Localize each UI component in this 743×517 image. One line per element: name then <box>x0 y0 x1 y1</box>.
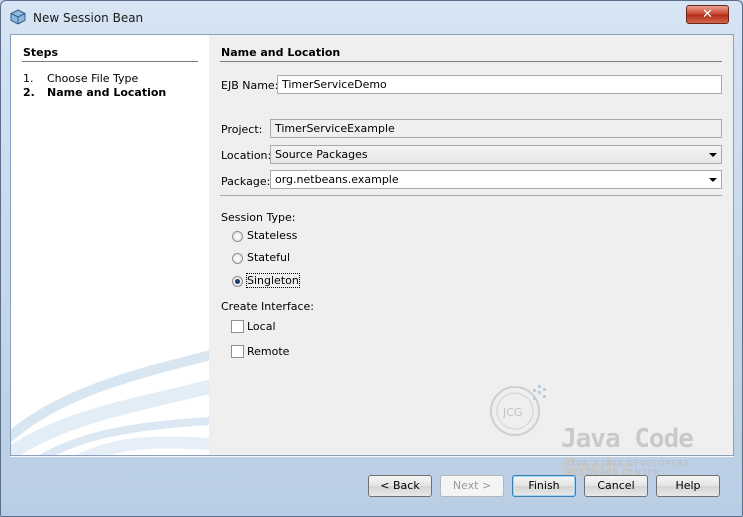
steps-title: Steps <box>23 46 59 59</box>
session-type-label: Session Type: <box>221 211 296 224</box>
help-button[interactable]: Help <box>656 475 720 497</box>
step-number: 2. <box>23 86 35 99</box>
stateful-radio-label[interactable]: Stateful <box>247 251 290 264</box>
step-label: Choose File Type <box>47 72 139 85</box>
stateless-radio[interactable] <box>232 231 243 242</box>
package-value: org.netbeans.example <box>275 173 399 186</box>
stateful-radio[interactable] <box>232 253 243 264</box>
location-label: Location: <box>221 149 272 162</box>
location-value: Source Packages <box>275 148 368 161</box>
section-title: Name and Location <box>221 46 341 59</box>
window-title: New Session Bean <box>33 11 144 25</box>
ejb-name-input[interactable]: TimerServiceDemo <box>277 75 722 94</box>
back-button[interactable]: < Back <box>368 475 432 497</box>
finish-button[interactable]: Finish <box>512 475 576 497</box>
location-dropdown[interactable]: Source Packages <box>270 145 722 164</box>
project-field: TimerServiceExample <box>270 119 722 138</box>
close-button[interactable]: ✕ <box>686 5 729 24</box>
step-choose-file-type: 1. Choose File Type <box>23 72 138 85</box>
local-checkbox[interactable] <box>231 320 244 333</box>
stateless-radio-label[interactable]: Stateless <box>247 229 297 242</box>
singleton-radio[interactable] <box>232 276 243 287</box>
cancel-button[interactable]: Cancel <box>584 475 648 497</box>
step-name-and-location: 2. Name and Location <box>23 86 166 99</box>
steps-divider <box>22 61 198 62</box>
section-divider <box>220 61 722 62</box>
local-checkbox-label[interactable]: Local <box>247 320 276 333</box>
ejb-name-label: EJB Name: <box>221 79 279 92</box>
remote-checkbox-label[interactable]: Remote <box>247 345 289 358</box>
chevron-down-icon <box>709 153 717 157</box>
package-combobox[interactable]: org.netbeans.example <box>270 170 722 189</box>
form-separator <box>220 195 722 196</box>
dialog-window: New Session Bean ✕ Steps 1. Choose File T… <box>0 0 743 517</box>
logo-badge-text: JCG <box>502 406 522 419</box>
create-interface-label: Create Interface: <box>221 300 315 313</box>
singleton-radio-label[interactable]: Singleton <box>246 273 300 288</box>
footer-divider <box>10 456 734 457</box>
step-label: Name and Location <box>47 86 167 99</box>
package-label: Package: <box>221 175 271 188</box>
bean-cube-icon <box>10 9 26 25</box>
project-label: Project: <box>221 123 263 136</box>
close-icon: ✕ <box>702 7 713 22</box>
remote-checkbox[interactable] <box>231 345 244 358</box>
next-button[interactable]: Next > <box>440 475 504 497</box>
chevron-down-icon <box>709 178 717 182</box>
step-number: 1. <box>23 72 34 85</box>
title-bar: New Session Bean ✕ <box>1 1 742 35</box>
decorative-swirl-graphic <box>11 350 209 455</box>
steps-panel: Steps 1. Choose File Type 2. Name and Loca… <box>11 35 209 455</box>
